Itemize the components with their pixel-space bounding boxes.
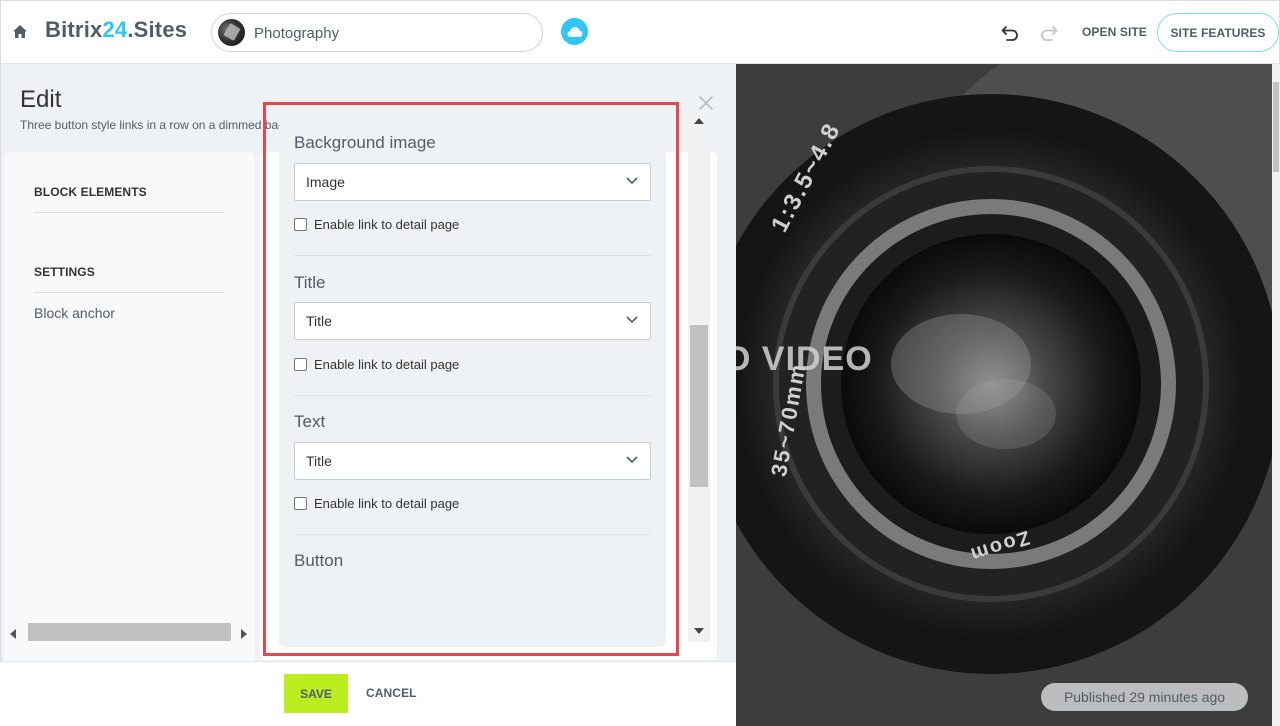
nav-divider [34,292,226,293]
top-bar: Bitrix24.Sites Photography OPEN SITE SIT… [0,0,1280,64]
edit-title: Edit [20,86,62,113]
published-status-badge: Published 29 minutes ago [1041,683,1248,711]
brand-prefix: Bitrix [45,17,103,42]
site-name: Photography [254,25,340,42]
nav-horizontal-scrollbar[interactable] [4,618,255,648]
cancel-button[interactable]: CANCEL [366,686,417,700]
scroll-up-icon[interactable] [694,118,704,124]
nav-divider [34,212,226,213]
scroll-down-icon[interactable] [694,628,704,634]
site-features-button[interactable]: SITE FEATURES [1157,13,1279,52]
undo-icon[interactable] [1000,23,1020,43]
scroll-left-icon[interactable] [10,629,16,639]
close-icon[interactable] [698,95,714,111]
cloud-icon[interactable] [561,18,588,45]
redo-icon[interactable] [1039,23,1059,43]
scroll-thumb[interactable] [28,623,231,641]
site-selector[interactable]: Photography [211,13,543,52]
form-vertical-scrollbar[interactable] [688,112,710,642]
scroll-right-icon[interactable] [241,629,247,639]
highlight-frame [263,102,679,656]
scroll-thumb[interactable] [1273,82,1279,172]
scroll-thumb[interactable] [690,325,708,487]
brand-suffix: .Sites [127,17,188,42]
brand-logo[interactable]: Bitrix24.Sites [45,17,187,43]
nav-item-block-anchor[interactable]: Block anchor [34,305,115,321]
site-avatar [218,19,245,46]
block-overlay-text[interactable]: O VIDEO [736,340,873,379]
home-icon[interactable] [11,23,29,41]
save-button[interactable]: SAVE [284,674,348,713]
brand-number: 24 [102,17,128,42]
nav-settings[interactable]: SETTINGS [34,265,95,279]
open-site-link[interactable]: OPEN SITE [1082,25,1147,39]
edit-footer: SAVE CANCEL [0,661,736,726]
preview-scrollbar[interactable] [1272,64,1280,726]
nav-block-elements[interactable]: BLOCK ELEMENTS [34,185,147,199]
block-preview: 1:3.5~4.8 35~70mm Zoom O VIDEO Published… [736,64,1280,726]
